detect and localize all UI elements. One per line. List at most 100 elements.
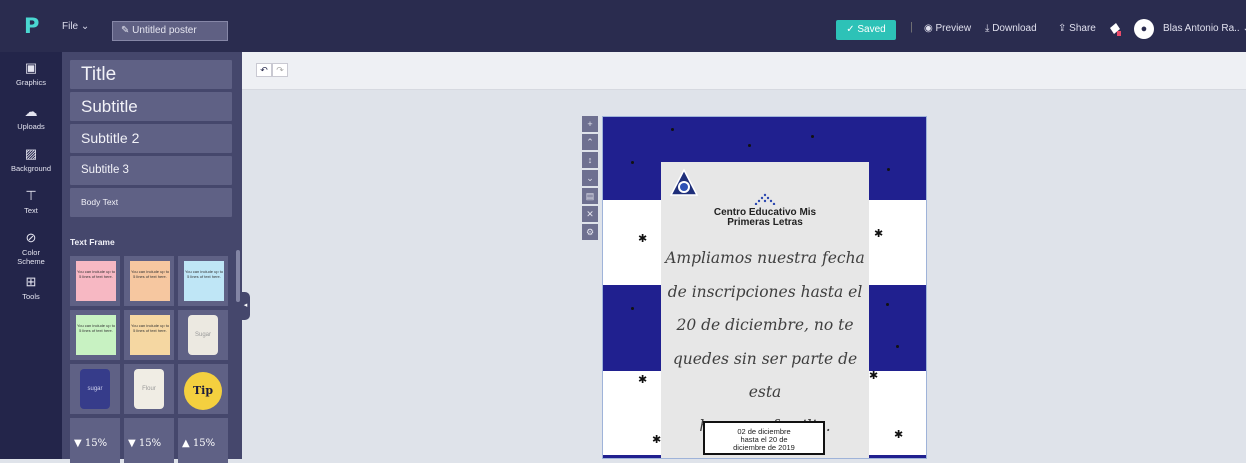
text-frame-discount-2[interactable]: ▼ 15% [124,418,174,463]
user-avatar-icon[interactable]: ● [1134,19,1154,39]
user-menu[interactable]: Blas Antonio Ra.. ⌄ [1163,23,1246,34]
preview-button[interactable]: ◉ Preview [924,23,971,34]
date-line: diciembre de 2019 [733,443,795,452]
note-text: You can include up to 5 lines of text he… [76,261,116,301]
tip-badge-label: Tip [184,372,222,410]
share-label: Share [1069,23,1096,34]
subtitle-3-style-button[interactable]: Subtitle 3 [70,156,232,185]
share-button[interactable]: ⇪ Share [1058,23,1096,34]
sugar-bag-label: Sugar [188,315,218,355]
rail-item-text[interactable]: ⊤ Text [0,188,62,215]
canvas-toolbar: ↶ ↷ [242,52,1246,90]
note-text: You can include up to 5 lines of text he… [76,315,116,355]
settings-icon[interactable]: ⚙ [582,224,598,240]
text-panel: Title Subtitle Subtitle 2 Subtitle 3 Bod… [62,52,242,463]
body-text-style-button[interactable]: Body Text [70,188,232,217]
dots-pyramid-icon [754,193,776,205]
flour-bag-label: Flour [134,369,164,409]
rail-label: Graphics [15,78,46,87]
star-dot [887,168,890,171]
triangle-logo-icon [669,168,699,196]
preview-label: Preview [935,23,972,34]
redo-icon[interactable]: ↷ [272,63,288,77]
rail-label: Background [10,164,52,173]
rail-item-uploads[interactable]: ☁ Uploads [0,104,62,131]
add-icon[interactable]: + [582,116,598,132]
text-frame-blue[interactable]: You can include up to 5 lines of text he… [178,256,228,306]
move-icon[interactable]: ↕ [582,152,598,168]
star-dot [631,161,634,164]
move-up-icon[interactable]: ⌃ [582,134,598,150]
text-frame-flour-bag[interactable]: Flour [124,364,174,414]
text-frame-peach[interactable]: You can include up to 5 lines of text he… [124,256,174,306]
star-icon: ✱ [638,233,648,245]
palette-icon: ⊘ [25,230,37,245]
text-frame-discount-3[interactable]: ▲ 15% [178,418,228,463]
announcement-line: Ampliamos nuestra fecha [665,249,865,267]
discount-label: ▲ 15% [182,438,216,449]
star-icon: ✱ [874,228,884,240]
school-name: Centro Educativo Mis Primeras Letras [661,208,869,228]
triangle-up-icon: ▲ [182,438,193,449]
share-icon: ⇪ [1058,23,1070,34]
delete-icon[interactable]: ✕ [582,206,598,222]
rail-label: Text [24,206,38,215]
note-text: You can include up to 5 lines of text he… [184,261,224,301]
star-icon: ✱ [638,374,648,386]
rail-item-tools[interactable]: ⊞ Tools [0,274,62,301]
star-dot [886,303,889,306]
poster-canvas[interactable]: ✱ ✱ ✱ ✱ ✱ ✱ Centro Educativo Mis Primera… [602,116,927,459]
rail-item-color-scheme[interactable]: ⊘ Color Scheme [0,230,62,266]
school-name-line: Primeras Letras [727,217,803,228]
toolbox-icon: ⊞ [25,274,37,289]
text-frame-green[interactable]: You can include up to 5 lines of text he… [70,310,120,360]
note-text: You can include up to 5 lines of text he… [130,261,170,301]
subtitle-style-button[interactable]: Subtitle [70,92,232,121]
triangle-down-icon: ▼ [74,438,85,449]
paint-bucket-icon[interactable] [1108,21,1122,37]
document-title-field[interactable]: ✎ Untitled poster [112,21,228,41]
text-icon: ⊤ [25,188,37,203]
app-logo-icon[interactable]: P [24,14,44,38]
discount-label: ▼ 15% [74,438,108,449]
poster-card: Centro Educativo Mis Primeras Letras Amp… [661,162,869,458]
rail-item-background[interactable]: ▨ Background [0,146,62,173]
text-frame-heading: Text Frame [70,237,115,247]
star-icon: ✱ [894,429,904,441]
star-icon: ✱ [652,434,662,446]
rail-label: Tools [22,292,40,301]
collapse-panel-icon[interactable]: ◂ [241,292,250,320]
star-dot [748,144,751,147]
date-box: 02 de diciembre hasta el 20 de diciembre… [703,421,825,455]
image-icon: ▣ [24,60,38,75]
eye-icon: ◉ [924,23,936,34]
rail-label: Color Scheme [17,248,45,266]
rail-item-graphics[interactable]: ▣ Graphics [0,60,62,87]
discount-label: ▼ 15% [128,438,162,449]
file-menu[interactable]: File ⌄ [62,21,89,32]
top-bar: P File ⌄ ✎ Untitled poster ✓ Saved | ◉ P… [0,0,1246,52]
divider: | [910,21,913,33]
download-button[interactable]: ⤓ Download [985,23,1037,34]
text-frame-yellow[interactable]: You can include up to 5 lines of text he… [124,310,174,360]
triangle-down-icon: ▼ [128,438,139,449]
pencil-icon: ✎ [121,25,133,36]
layers-icon[interactable]: ▤ [582,188,598,204]
saved-button[interactable]: ✓ Saved [836,20,896,40]
text-frame-tip-badge[interactable]: Tip [178,364,228,414]
poster-side-tools: + ⌃ ↕ ⌄ ▤ ✕ ⚙ [582,116,598,242]
note-text: You can include up to 5 lines of text he… [130,315,170,355]
panel-scrollbar[interactable] [236,250,240,302]
text-frame-sugar-bag[interactable]: Sugar [178,310,228,360]
text-frame-discount-1[interactable]: ▼ 15% [70,418,120,463]
download-label: Download [992,23,1037,34]
announcement-line: 20 de diciembre, no te [676,316,854,334]
star-dot [811,135,814,138]
text-frame-pink[interactable]: You can include up to 5 lines of text he… [70,256,120,306]
title-style-button[interactable]: Title [70,60,232,89]
document-title: Untitled poster [132,25,197,36]
text-frame-dark-sugar-bag[interactable]: sugar [70,364,120,414]
subtitle-2-style-button[interactable]: Subtitle 2 [70,124,232,153]
move-down-icon[interactable]: ⌄ [582,170,598,186]
undo-icon[interactable]: ↶ [256,63,272,77]
